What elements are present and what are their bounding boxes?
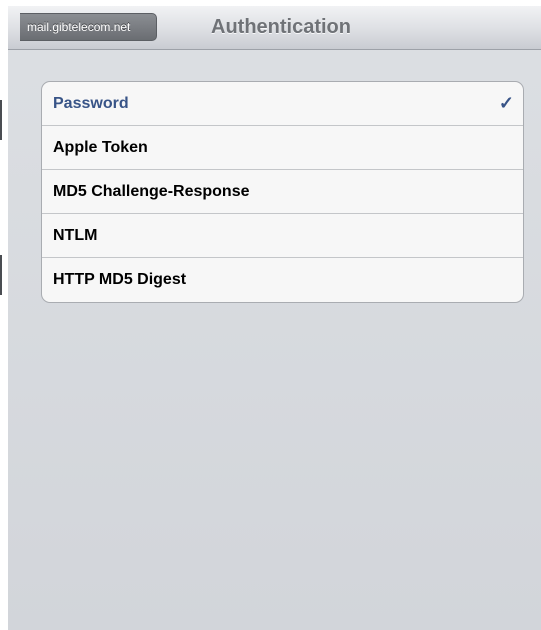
- navigation-bar: Authentication mail.gibtelecom.net: [8, 6, 541, 50]
- option-label: MD5 Challenge-Response: [53, 183, 250, 200]
- option-apple-token[interactable]: Apple Token: [42, 126, 523, 170]
- option-label: Apple Token: [53, 139, 148, 156]
- settings-screen: Authentication mail.gibtelecom.net Passw…: [8, 6, 541, 630]
- authentication-options-list: Password ✓ Apple Token MD5 Challenge-Res…: [41, 81, 524, 303]
- option-md5-challenge-response[interactable]: MD5 Challenge-Response: [42, 170, 523, 214]
- option-ntlm[interactable]: NTLM: [42, 214, 523, 258]
- back-button-label: mail.gibtelecom.net: [27, 20, 131, 34]
- back-button[interactable]: mail.gibtelecom.net: [20, 13, 157, 41]
- option-http-md5-digest[interactable]: HTTP MD5 Digest: [42, 258, 523, 302]
- window-edge-mark: [0, 100, 2, 140]
- option-label: NTLM: [53, 227, 98, 244]
- checkmark-icon: ✓: [498, 93, 514, 113]
- option-label: HTTP MD5 Digest: [53, 271, 187, 288]
- option-label: Password: [53, 95, 129, 112]
- option-password[interactable]: Password ✓: [42, 82, 523, 126]
- window-edge-mark: [0, 255, 2, 295]
